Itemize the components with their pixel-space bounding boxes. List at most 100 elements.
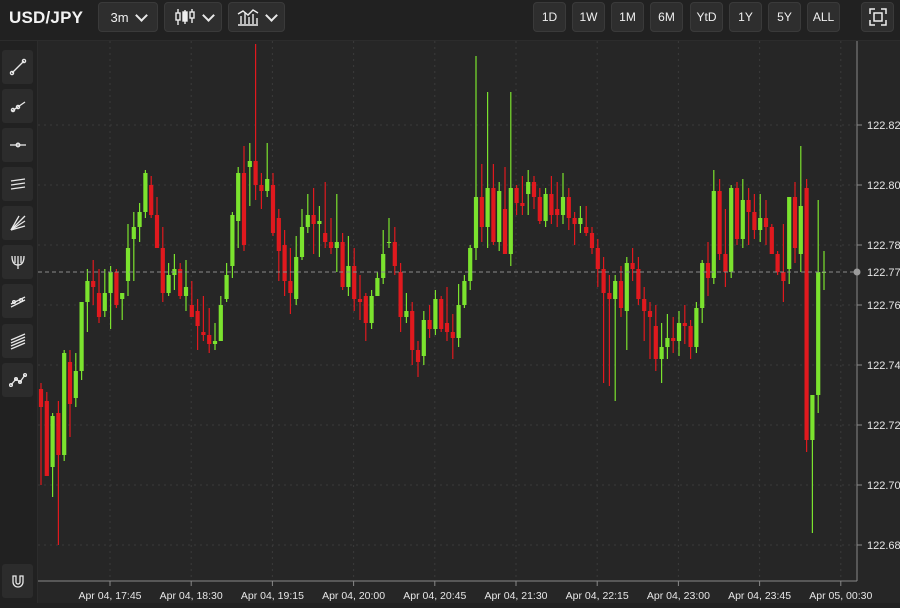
candle — [415, 341, 421, 377]
candle-body — [91, 281, 96, 287]
candle-body — [734, 188, 740, 239]
x-tick-label: Apr 04, 22:15 — [566, 590, 629, 602]
candle-body — [67, 362, 73, 404]
candle-body — [62, 353, 67, 455]
candle — [491, 164, 496, 245]
indicators-dropdown[interactable] — [228, 2, 285, 32]
tool-parallel-channel-button[interactable] — [2, 167, 33, 201]
candle-body — [323, 233, 328, 242]
candle — [694, 302, 699, 353]
tool-regression-channel-button[interactable] — [2, 284, 33, 318]
candle-body — [723, 254, 728, 272]
candle-body — [758, 218, 763, 230]
candle-body — [514, 188, 519, 203]
candle-body — [595, 248, 600, 269]
interval-dropdown[interactable]: 3m — [98, 2, 158, 32]
candle-body — [183, 287, 189, 296]
y-tick-label: 122.76 — [867, 300, 900, 312]
candle-body — [578, 218, 583, 224]
candle — [201, 296, 206, 341]
tool-trend-line-button[interactable] — [2, 50, 33, 84]
range-button-5y[interactable]: 5Y — [768, 2, 801, 32]
x-tick-label: Apr 04, 20:45 — [403, 590, 466, 602]
range-button-6m[interactable]: 6M — [650, 2, 683, 32]
candle — [230, 212, 235, 278]
candle — [294, 236, 299, 305]
candle-body — [462, 281, 467, 305]
tool-fan-button[interactable] — [2, 206, 33, 240]
y-tick-label: 122.82 — [867, 120, 900, 132]
tool-multi-line-channel-button[interactable] — [2, 324, 33, 358]
candle-body — [299, 227, 305, 257]
candle-body — [56, 413, 61, 455]
range-button-ytd[interactable]: YtD — [690, 2, 723, 32]
candle — [531, 176, 537, 209]
candle — [711, 170, 716, 284]
x-tick-label: Apr 04, 19:15 — [241, 590, 304, 602]
tool-horizontal-line-button[interactable] — [2, 128, 33, 162]
y-tick-label: 122.80 — [867, 180, 900, 192]
candle — [752, 194, 757, 239]
x-tick-label: Apr 04, 23:45 — [728, 590, 791, 602]
candle — [560, 173, 566, 224]
tool-ray-line-button[interactable] — [2, 89, 33, 123]
candle — [91, 260, 96, 305]
candle — [270, 173, 276, 236]
candle — [473, 56, 479, 260]
candle-body — [694, 308, 699, 347]
tool-magnet-button[interactable] — [2, 564, 33, 598]
candle — [195, 299, 200, 350]
range-button-all[interactable]: ALL — [807, 2, 840, 32]
range-button-1y[interactable]: 1Y — [729, 2, 762, 32]
horizontal-line-icon — [9, 142, 26, 148]
candle-body — [166, 275, 171, 293]
y-tick-label: 122.74 — [867, 360, 900, 372]
candle-body — [108, 272, 113, 293]
candle — [421, 311, 426, 365]
candle — [369, 290, 374, 329]
candle-body — [549, 194, 554, 215]
candle-body — [711, 191, 716, 278]
candle-body — [537, 197, 542, 221]
fan-icon — [9, 215, 25, 231]
candle-body — [102, 293, 107, 311]
candle-body — [270, 185, 276, 233]
candle — [729, 185, 734, 278]
candle-body — [288, 281, 293, 293]
candle — [317, 206, 322, 257]
tool-pitchfork-button[interactable] — [2, 245, 33, 279]
candle-body — [618, 281, 624, 308]
candle — [636, 257, 641, 305]
range-button-1w[interactable]: 1W — [572, 2, 605, 32]
candlestick-chart[interactable]: 122.82 122.80 122.78 122.76 122.74 122.72 122.… — [38, 41, 900, 603]
candle — [340, 233, 345, 290]
candle — [288, 248, 293, 314]
fullscreen-button[interactable] — [861, 2, 894, 32]
candle — [653, 305, 658, 371]
candle-body — [787, 197, 792, 269]
candle-body — [328, 242, 334, 248]
chart-area[interactable]: 122.82 122.80 122.78 122.76 122.74 122.72 122.… — [38, 41, 900, 603]
candle — [178, 263, 183, 299]
candle — [555, 182, 560, 227]
candle — [259, 173, 264, 209]
candle-body — [276, 218, 281, 251]
range-button-1m[interactable]: 1M — [611, 2, 644, 32]
candle-body — [456, 305, 461, 338]
tool-polyline-button[interactable] — [2, 363, 33, 397]
chart-type-dropdown[interactable] — [164, 2, 222, 32]
candle — [108, 266, 113, 329]
candle-body — [189, 305, 194, 317]
candle — [613, 275, 618, 401]
candle-body — [79, 302, 84, 371]
candle-body — [114, 272, 119, 305]
x-tick-label: Apr 04, 17:45 — [78, 590, 141, 602]
candle — [120, 293, 125, 320]
range-button-1d[interactable]: 1D — [533, 2, 566, 32]
candle-body — [647, 311, 653, 317]
candle-body — [38, 389, 44, 407]
candle-body — [763, 218, 769, 227]
candle-body — [700, 263, 705, 308]
candle — [821, 251, 827, 290]
candle — [462, 275, 467, 308]
